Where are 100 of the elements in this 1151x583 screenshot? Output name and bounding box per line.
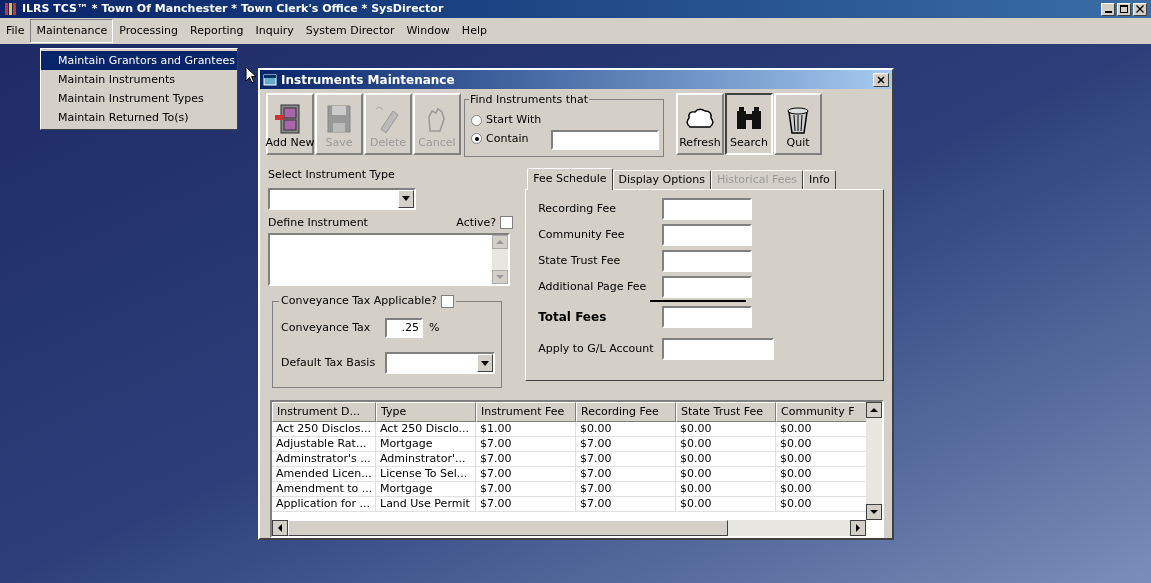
- table-cell: $7.00: [576, 467, 676, 481]
- dropdown-field[interactable]: [385, 352, 495, 374]
- text-field[interactable]: [662, 224, 753, 246]
- tax-rate-field[interactable]: .25: [385, 318, 423, 338]
- tab[interactable]: Info: [803, 170, 836, 189]
- field-label: Total Fees: [538, 309, 608, 326]
- checkbox[interactable]: [440, 294, 454, 308]
- table-cell: Adminstrator'...: [376, 452, 476, 466]
- column-header[interactable]: State Trust Fee: [676, 402, 776, 422]
- field-label: Conveyance Tax: [281, 319, 372, 336]
- menu-item[interactable]: File: [0, 18, 31, 44]
- close-button[interactable]: [873, 72, 889, 87]
- table-cell: $0.00: [676, 452, 776, 466]
- horizontal-scrollbar[interactable]: [272, 520, 866, 536]
- table-cell: $0.00: [676, 422, 776, 436]
- table-cell: $0.00: [676, 437, 776, 451]
- table-cell: $7.00: [576, 497, 676, 511]
- table-cell: $7.00: [476, 482, 576, 496]
- checkbox[interactable]: [500, 216, 514, 230]
- unit-label: %: [429, 319, 440, 336]
- field-label: State Trust Fee: [538, 252, 622, 269]
- menu-item[interactable]: Processing: [113, 18, 184, 44]
- text-field[interactable]: [662, 276, 753, 298]
- toolbar-button[interactable]: Search: [725, 93, 773, 155]
- radio-option[interactable]: Contain: [471, 130, 542, 147]
- scroll-right-icon: [850, 520, 866, 536]
- column-header[interactable]: Instrument D...: [272, 402, 376, 422]
- table-cell: Land Use Permit: [376, 497, 476, 511]
- checkbox-label: Active?: [456, 214, 497, 231]
- maximize-icon: [1120, 5, 1128, 13]
- tab[interactable]: Fee Schedule: [527, 168, 613, 190]
- table-cell: Adjustable Rat...: [272, 437, 376, 451]
- text-field[interactable]: [662, 338, 775, 360]
- scrollbar[interactable]: [492, 235, 508, 284]
- caret-icon: [481, 360, 489, 366]
- toolbar-button[interactable]: Refresh: [676, 93, 724, 155]
- field-label: Default Tax Basis: [281, 354, 377, 371]
- table-cell: $7.00: [476, 467, 576, 481]
- table-cell: Adminstrator's ...: [272, 452, 376, 466]
- window-icon: [263, 73, 277, 86]
- menu-item[interactable]: Inquiry: [249, 18, 300, 44]
- minimize-button[interactable]: [1101, 2, 1115, 16]
- table-cell: Application for ...: [272, 497, 376, 511]
- menu-item[interactable]: Window: [400, 18, 456, 44]
- field-label: Select Instrument Type: [268, 167, 396, 183]
- table-cell: Act 250 Disclos...: [272, 422, 376, 436]
- minimize-icon: [1104, 10, 1112, 13]
- table-cell: $7.00: [476, 452, 576, 466]
- table-cell: $0.00: [576, 422, 676, 436]
- close-icon: [1136, 5, 1144, 13]
- column-header[interactable]: Instrument Fee: [476, 402, 576, 422]
- window-title: ILRS TCS™ * Town Of Manchester * Town Clerk's Office * SysDirector: [22, 0, 444, 17]
- text-area[interactable]: [268, 233, 510, 286]
- text-field[interactable]: [662, 198, 753, 220]
- text-field[interactable]: [662, 250, 753, 272]
- table-cell: $7.00: [576, 437, 676, 451]
- table-cell: Mortgage: [376, 482, 476, 496]
- tab[interactable]: Display Options: [612, 170, 711, 189]
- vertical-scrollbar[interactable]: [866, 402, 882, 520]
- checkbox-label: Conveyance Tax Applicable?: [281, 293, 437, 309]
- dialog-title: Instruments Maintenance: [281, 71, 455, 89]
- radio-option[interactable]: Start With: [471, 112, 542, 129]
- table-cell: Amendment to ...: [272, 482, 376, 496]
- table-cell: $7.00: [576, 452, 676, 466]
- menu-item[interactable]: Maintain Grantors and Grantees: [41, 51, 237, 70]
- app-icon: [4, 2, 18, 16]
- table-cell: $0.00: [676, 467, 776, 481]
- menu-item[interactable]: Maintenance: [30, 18, 114, 44]
- close-button[interactable]: [1133, 2, 1147, 16]
- field-label: Additional Page Fee: [538, 278, 648, 295]
- menu-item[interactable]: System Director: [299, 18, 401, 44]
- scroll-down-icon: [866, 504, 882, 520]
- table-cell: Mortgage: [376, 437, 476, 451]
- scroll-left-icon: [272, 520, 288, 536]
- field-label: Define Instrument: [268, 214, 368, 231]
- scroll-up-icon: [492, 235, 508, 249]
- table-cell: License To Sel...: [376, 467, 476, 481]
- field-label: Recording Fee: [538, 200, 617, 217]
- table-cell: Act 250 Disclo...: [376, 422, 476, 436]
- scroll-down-icon: [492, 270, 508, 284]
- menu-item[interactable]: Maintain Instruments: [41, 70, 237, 89]
- scrollbar-thumb[interactable]: [288, 520, 728, 536]
- text-field[interactable]: [662, 306, 753, 328]
- toolbar-button[interactable]: Quit: [774, 93, 822, 155]
- table-cell: $7.00: [576, 482, 676, 496]
- table-cell: $1.00: [476, 422, 576, 436]
- table-cell: Amended Licen...: [272, 467, 376, 481]
- maximize-button[interactable]: [1117, 2, 1131, 16]
- toolbar-button[interactable]: Add New: [266, 93, 314, 155]
- table-cell: $0.00: [676, 482, 776, 496]
- menu-item[interactable]: Help: [455, 18, 493, 44]
- field-label: Apply to G/L Account: [538, 340, 655, 357]
- column-header[interactable]: Recording Fee: [576, 402, 676, 422]
- menu-item[interactable]: Maintain Returned To(s): [41, 108, 237, 127]
- search-field[interactable]: [551, 130, 659, 150]
- menu-item[interactable]: Maintain Instrument Types: [41, 89, 237, 108]
- close-icon: [876, 74, 886, 85]
- menu-item[interactable]: Reporting: [184, 18, 250, 44]
- column-header[interactable]: Type: [376, 402, 476, 422]
- dropdown-field[interactable]: [268, 187, 416, 210]
